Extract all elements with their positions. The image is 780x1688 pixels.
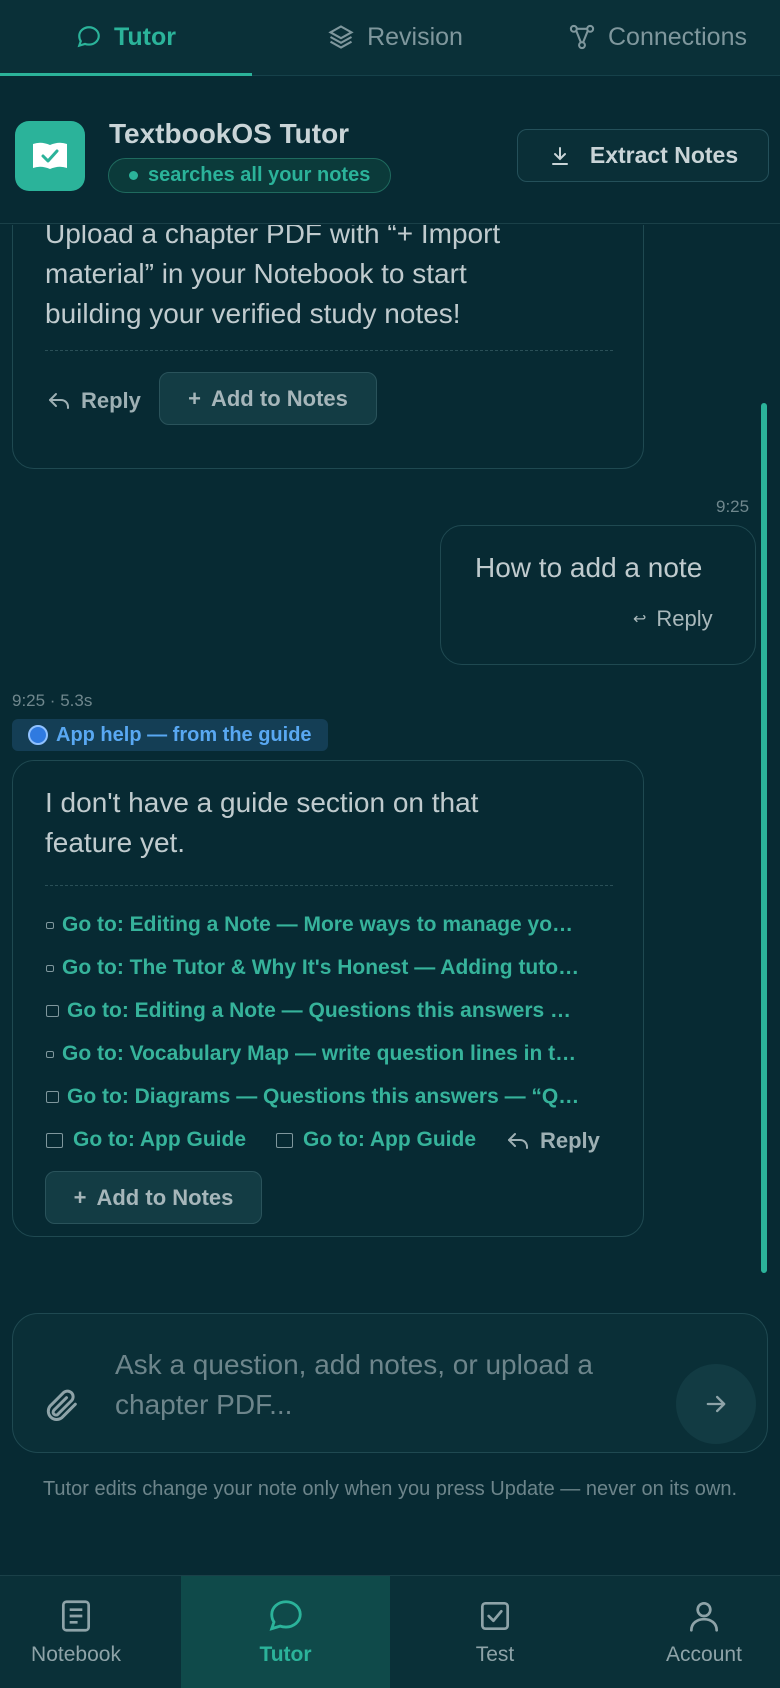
user-message-bubble: How to add a note ↩ Reply xyxy=(440,525,756,665)
app-guide-link[interactable]: Go to: App Guide xyxy=(276,1128,476,1152)
guide-link[interactable]: Go to: Vocabulary Map — write question l… xyxy=(46,1042,576,1066)
notebook-icon xyxy=(61,1600,91,1632)
bottom-nav: Notebook Tutor Test Account xyxy=(0,1575,780,1688)
message-input[interactable]: Ask a question, add notes, or upload a c… xyxy=(115,1345,675,1425)
guide-link-label: Go to: Vocabulary Map — write question l… xyxy=(62,1042,577,1065)
page-title: TextbookOS Tutor xyxy=(109,118,350,149)
reply-button[interactable]: Reply xyxy=(506,1128,600,1154)
chat-bubble-icon xyxy=(77,26,100,48)
add-to-notes-button[interactable]: + Add to Notes xyxy=(159,372,377,425)
nav-notebook[interactable]: Notebook xyxy=(0,1576,152,1688)
bookmark-icon xyxy=(46,1050,54,1058)
guide-link[interactable]: Go to: Editing a Note — More ways to man… xyxy=(46,913,573,937)
reply-label: Reply xyxy=(656,606,713,631)
blue-circle-icon xyxy=(28,725,48,745)
add-to-notes-label: Add to Notes xyxy=(96,1184,234,1210)
attach-button[interactable] xyxy=(42,1385,82,1430)
tab-label: Connections xyxy=(608,22,747,51)
reply-button[interactable]: ↩ Reply xyxy=(633,606,713,632)
reply-label: Reply xyxy=(540,1128,600,1153)
bookmark-icon xyxy=(46,1091,59,1103)
paperclip-icon xyxy=(46,1389,77,1421)
app-help-badge: App help — from the guide xyxy=(12,719,328,751)
book-check-icon xyxy=(33,142,67,169)
checkbox-icon xyxy=(480,1601,510,1631)
arrow-right-icon xyxy=(706,1395,726,1413)
tab-tutor[interactable]: Tutor xyxy=(0,0,252,76)
chat-bubble-icon xyxy=(269,1600,302,1631)
nav-label: Account xyxy=(666,1643,742,1666)
tab-connections[interactable]: Connections xyxy=(568,0,780,74)
reply-button[interactable]: Reply xyxy=(47,388,141,414)
send-button[interactable] xyxy=(676,1364,756,1444)
app-logo xyxy=(15,121,85,191)
bookmark-icon xyxy=(46,921,54,929)
guide-link[interactable]: Go to: Diagrams — Questions this answers… xyxy=(46,1085,579,1109)
top-tab-bar: Tutor Revision Connections xyxy=(0,0,780,76)
guide-link-label: Go to: The Tutor & Why It's Honest — Add… xyxy=(62,956,580,979)
extract-notes-label: Extract Notes xyxy=(589,142,739,168)
message-text: material” in your Notebook to start buil… xyxy=(45,258,467,329)
bookmark-icon xyxy=(276,1132,293,1148)
message-divider xyxy=(45,885,613,886)
disclaimer-text: Tutor edits change your note only when y… xyxy=(42,1478,738,1500)
guide-link-label: Go to: App Guide xyxy=(73,1128,247,1151)
nav-label: Test xyxy=(475,1643,515,1666)
tutor-header: TextbookOS Tutor searches all your notes… xyxy=(0,76,780,224)
chat-thread[interactable]: Upload a chapter PDF with “+ Import mate… xyxy=(0,225,780,1270)
add-to-notes-button[interactable]: + Add to Notes xyxy=(45,1171,262,1224)
person-icon xyxy=(689,1601,719,1632)
status-badge-label: searches all your notes xyxy=(148,164,371,186)
nav-label: Tutor xyxy=(259,1643,312,1666)
tab-label: Tutor xyxy=(113,22,176,51)
reply-arrow-icon xyxy=(508,1133,528,1149)
app-guide-link[interactable]: Go to: App Guide xyxy=(46,1128,246,1152)
reply-arrow-icon xyxy=(49,393,69,409)
nav-label: Notebook xyxy=(31,1643,121,1666)
guide-link-label: Go to: Diagrams — Questions this answers… xyxy=(67,1085,580,1108)
message-partial-line: Upload a chapter PDF with “+ Import xyxy=(45,225,501,249)
tab-revision[interactable]: Revision xyxy=(300,0,490,74)
guide-link[interactable]: Go to: The Tutor & Why It's Honest — Add… xyxy=(46,956,579,980)
bookmark-icon xyxy=(46,964,54,972)
plus-icon: + xyxy=(73,1184,87,1210)
status-badge: searches all your notes xyxy=(108,158,392,193)
plus-icon: + xyxy=(188,385,201,411)
guide-link-label: Go to: Editing a Note — Questions this a… xyxy=(67,999,572,1022)
nav-tutor[interactable]: Tutor xyxy=(181,1576,390,1688)
return-arrow-icon: ↩ xyxy=(633,611,647,628)
guide-link[interactable]: Go to: Editing a Note — Questions this a… xyxy=(46,999,571,1023)
guide-link-label: Go to: Editing a Note — More ways to man… xyxy=(62,913,574,936)
nav-account[interactable]: Account xyxy=(620,1576,780,1688)
extract-notes-button[interactable]: Extract Notes xyxy=(517,129,769,182)
reply-label: Reply xyxy=(81,388,141,413)
bookmark-icon xyxy=(46,1132,63,1148)
status-dot-icon xyxy=(129,171,138,180)
layers-icon xyxy=(328,25,354,49)
app-help-badge-label: App help — from the guide xyxy=(56,723,312,746)
message-text: I don't have a guide section on that fea… xyxy=(45,787,479,858)
chat-scrollbar[interactable] xyxy=(761,403,767,1273)
nav-test[interactable]: Test xyxy=(420,1576,570,1688)
tutor-message-bubble: Upload a chapter PDF with “+ Import mate… xyxy=(12,225,644,469)
download-icon xyxy=(551,146,568,165)
tab-label: Revision xyxy=(367,22,463,51)
guide-link-label: Go to: App Guide xyxy=(303,1128,477,1151)
bookmark-icon xyxy=(46,1005,59,1017)
add-to-notes-label: Add to Notes xyxy=(210,385,348,411)
graph-nodes-icon xyxy=(569,24,595,50)
user-message-text: How to add a note xyxy=(475,552,703,583)
message-meta: 9:25 · 5.3s xyxy=(12,691,93,710)
message-timestamp: 9:25 xyxy=(716,497,750,516)
message-divider xyxy=(45,350,613,351)
